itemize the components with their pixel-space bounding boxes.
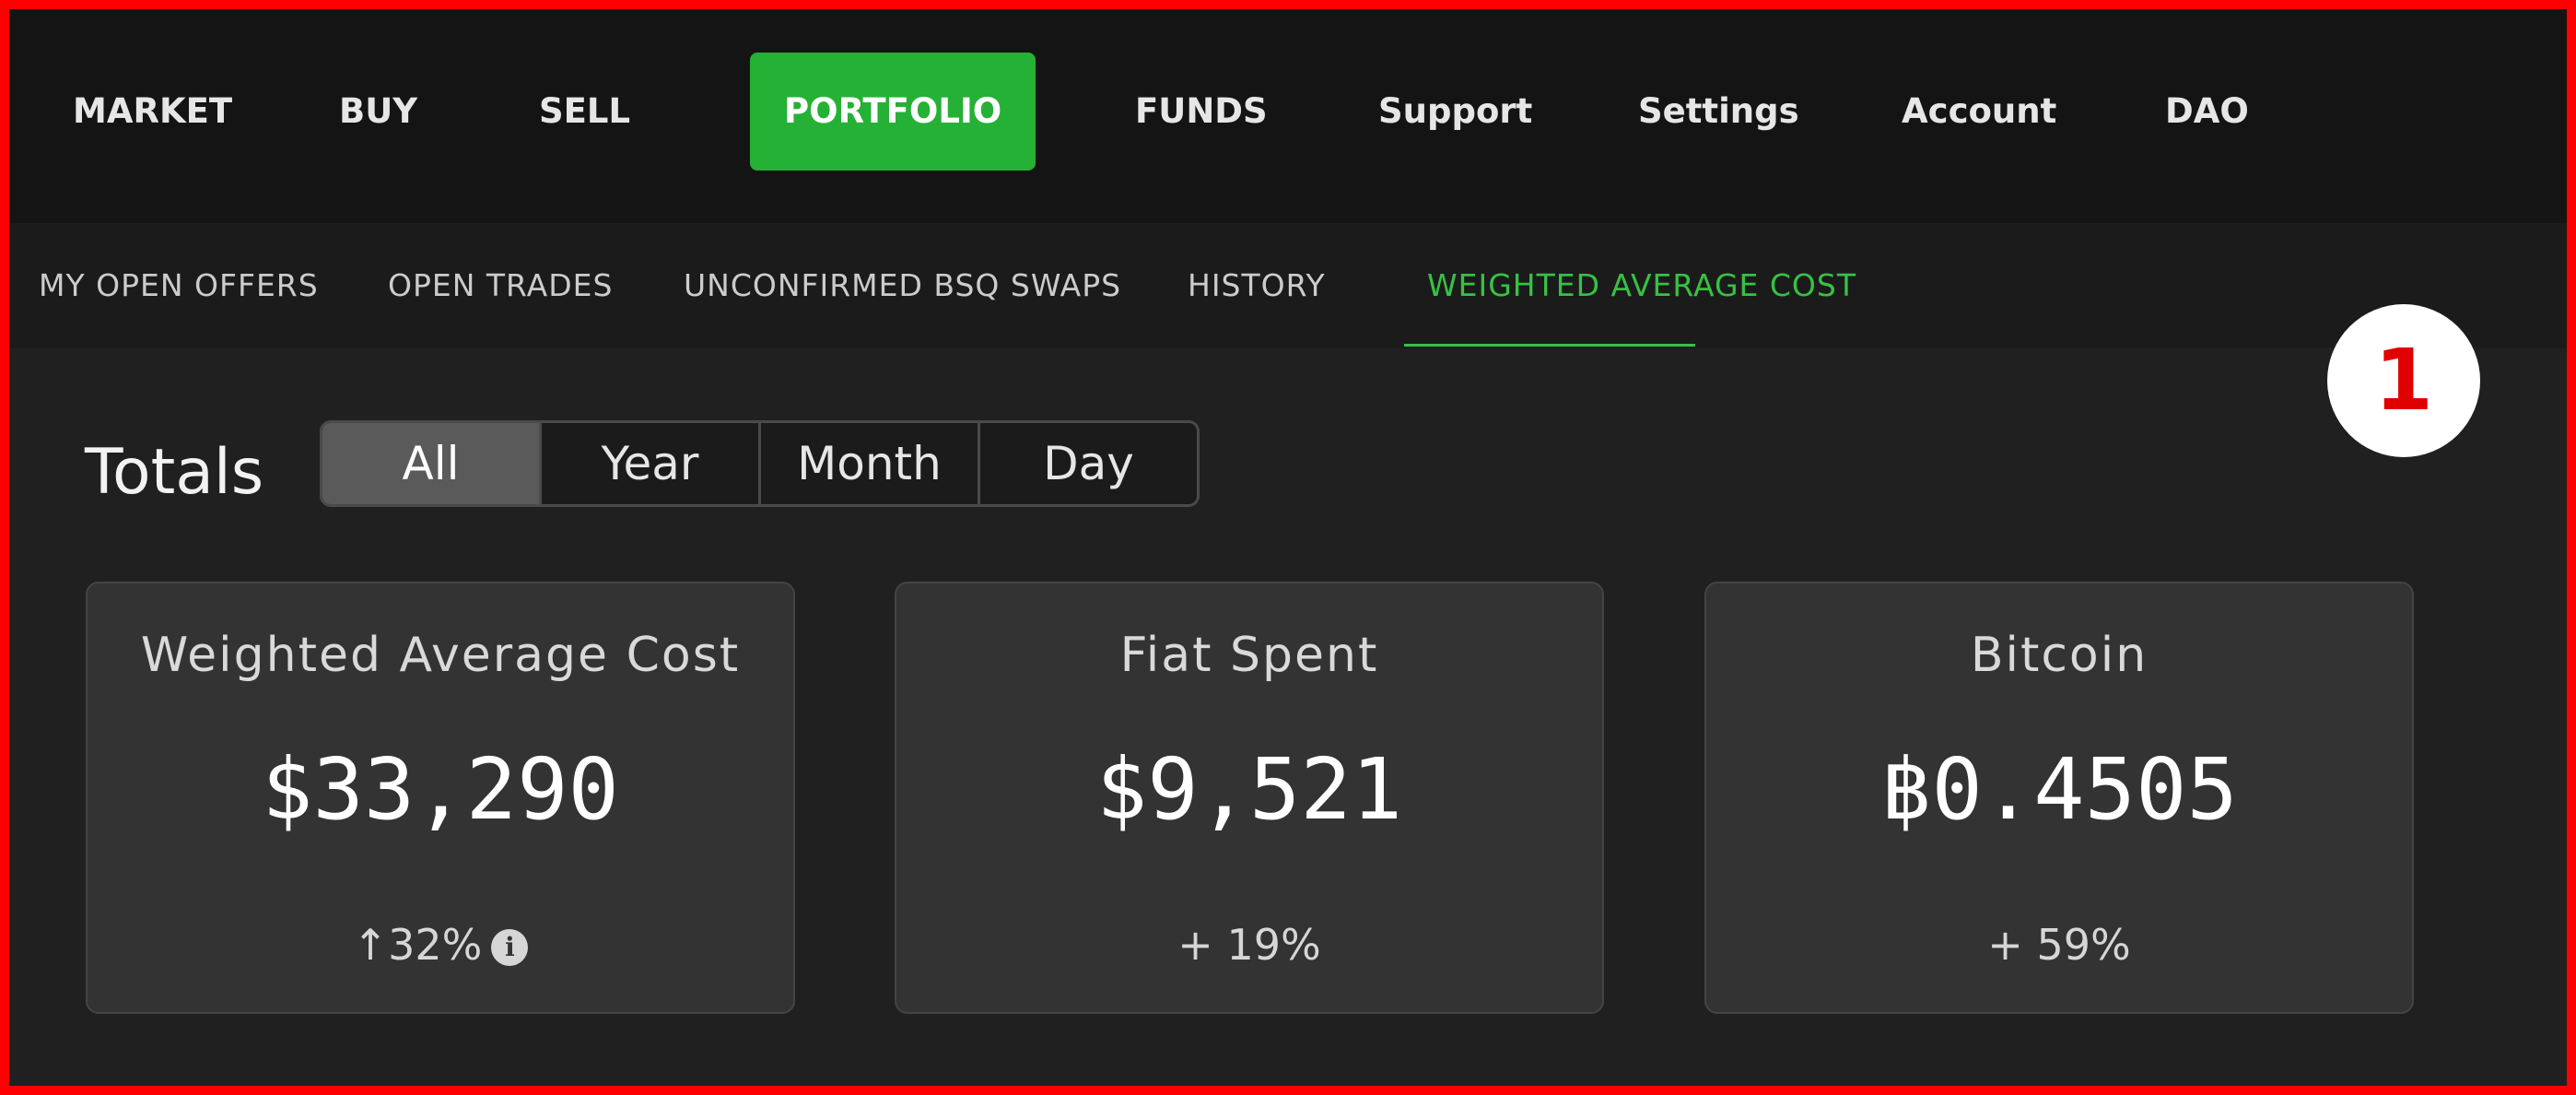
nav-market[interactable]: MARKET	[73, 53, 232, 171]
card-value: $33,290	[262, 740, 619, 839]
nav-settings[interactable]: Settings	[1638, 53, 1799, 171]
info-icon[interactable]: i	[491, 929, 529, 966]
card-change: ↑32% i	[88, 920, 793, 970]
card-title: Fiat Spent	[1119, 628, 1379, 683]
period-selector: All Year Month Day	[320, 420, 1200, 507]
nav-account[interactable]: Account	[1902, 53, 2056, 171]
active-tab-indicator	[1404, 344, 1695, 347]
change-text: ↑32%	[352, 920, 483, 970]
period-day-button[interactable]: Day	[980, 423, 1197, 504]
totals-heading: Totals	[85, 436, 264, 509]
period-all-button[interactable]: All	[322, 423, 542, 504]
card-value: ฿0.4505	[1880, 740, 2238, 839]
card-change: + 19%	[1177, 920, 1321, 970]
weighted-average-cost-card: Weighted Average Cost $33,290 ↑32% i	[86, 582, 795, 1014]
card-title: Bitcoin	[1970, 628, 2149, 683]
tab-my-open-offers[interactable]: MY OPEN OFFERS	[39, 223, 319, 348]
nav-buy[interactable]: BUY	[339, 53, 417, 171]
card-title: Weighted Average Cost	[140, 628, 741, 683]
card-change: + 59%	[1987, 920, 2131, 970]
fiat-spent-card: Fiat Spent $9,521 + 19%	[895, 582, 1604, 1014]
nav-portfolio[interactable]: PORTFOLIO	[750, 53, 1036, 171]
nav-dao[interactable]: DAO	[2165, 53, 2249, 171]
tab-weighted-average-cost[interactable]: WEIGHTED AVERAGE COST	[1427, 223, 1856, 348]
step-number-badge: 1	[2327, 304, 2480, 457]
tab-unconfirmed-bsq-swaps[interactable]: UNCONFIRMED BSQ SWAPS	[684, 223, 1121, 348]
tab-open-trades[interactable]: OPEN TRADES	[388, 223, 613, 348]
bitcoin-card: Bitcoin ฿0.4505 + 59%	[1704, 582, 2414, 1014]
period-month-button[interactable]: Month	[761, 423, 980, 504]
nav-sell[interactable]: SELL	[539, 53, 630, 171]
app-frame: MARKET BUY SELL PORTFOLIO FUNDS Support …	[9, 9, 2567, 1086]
nav-funds[interactable]: FUNDS	[1135, 53, 1268, 171]
portfolio-subtabs: MY OPEN OFFERS OPEN TRADES UNCONFIRMED B…	[9, 223, 2567, 348]
nav-support[interactable]: Support	[1378, 53, 1532, 171]
period-year-button[interactable]: Year	[542, 423, 761, 504]
card-value: $9,521	[1095, 740, 1403, 839]
main-navigation: MARKET BUY SELL PORTFOLIO FUNDS Support …	[9, 9, 2567, 223]
tab-history[interactable]: HISTORY	[1188, 223, 1326, 348]
